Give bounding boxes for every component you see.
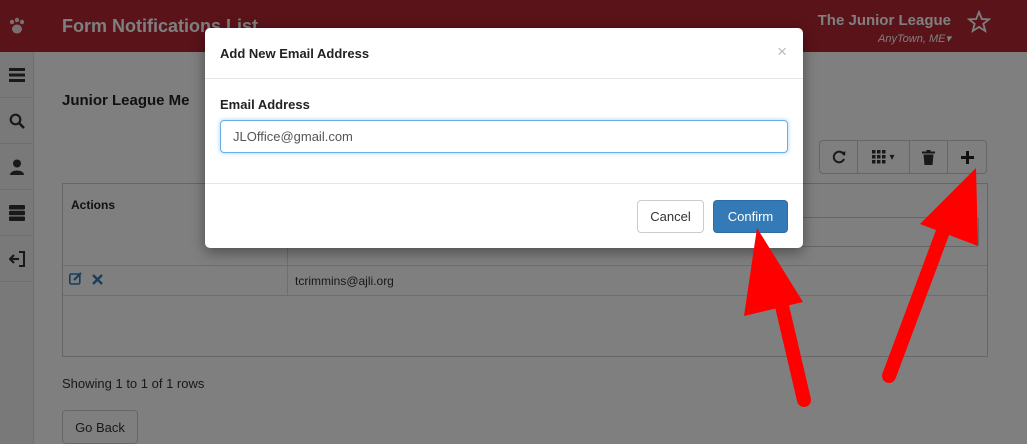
email-field-label: Email Address [220,97,310,112]
email-field[interactable] [220,120,788,153]
add-email-modal: Add New Email Address × Email Address Ca… [205,28,803,248]
confirm-button[interactable]: Confirm [713,200,788,233]
modal-footer: Cancel Confirm [205,183,803,248]
modal-title: Add New Email Address [220,46,370,61]
close-icon[interactable]: × [777,42,787,62]
cancel-button[interactable]: Cancel [637,200,704,233]
modal-header: Add New Email Address × [205,28,803,79]
